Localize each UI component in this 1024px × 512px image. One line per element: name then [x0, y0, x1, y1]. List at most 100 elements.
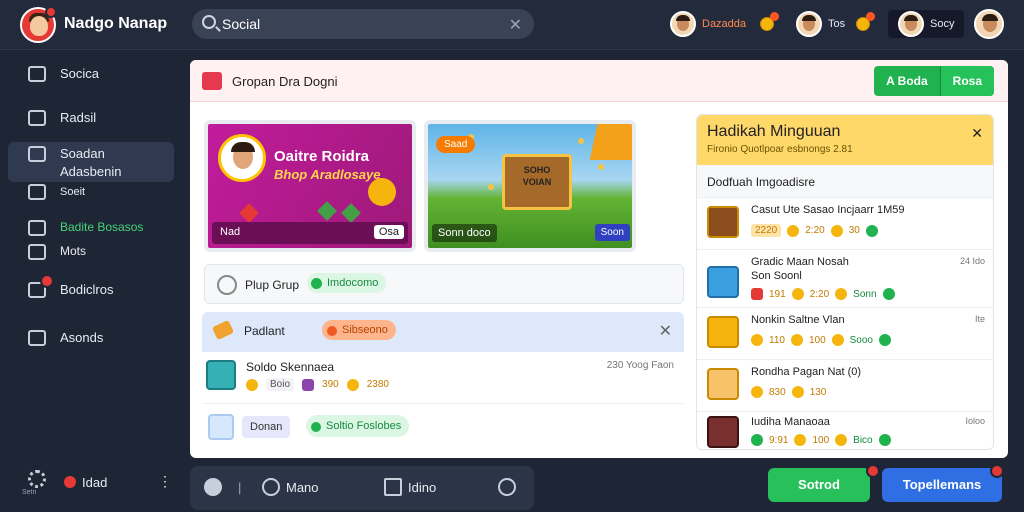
- notification-title: Padlant: [244, 324, 285, 338]
- chevron-down-icon[interactable]: [498, 478, 516, 496]
- clock-icon: [217, 275, 237, 295]
- sidebar-item-asonds[interactable]: Asonds: [8, 328, 174, 348]
- logo-face: [30, 16, 48, 36]
- sidebar-item-soeit[interactable]: Soeit: [8, 184, 174, 202]
- footer-item[interactable]: Idad: [82, 475, 107, 490]
- coin-indicator-2[interactable]: [856, 10, 875, 38]
- primary-action-button[interactable]: Sotrod: [768, 468, 870, 502]
- promo-banner-2[interactable]: Saad SOHO VOIAN Sonn doco Soon: [424, 120, 636, 252]
- status-dot-icon: [64, 476, 76, 488]
- avatar: [898, 11, 924, 37]
- stat-label: Boio: [266, 378, 295, 391]
- promo-banner-1[interactable]: Oaitre Roidra Bhop Aradlosaye Nad Osa: [204, 120, 416, 252]
- feed-pill[interactable]: Soltio Foslobes: [306, 415, 410, 437]
- sidebar-item-badite[interactable]: Badite Bosasos: [8, 218, 174, 238]
- banner-bar: Sonn doco Soon: [430, 222, 632, 246]
- coin-icon: [791, 288, 804, 300]
- reward-row[interactable]: Casut Ute Sasao Incjaarr 1M59 2220 2:20 …: [697, 197, 993, 249]
- separator: |: [238, 480, 242, 495]
- heart-icon: [28, 244, 46, 260]
- link-icon: [28, 220, 46, 236]
- stat-value: 130: [809, 386, 827, 398]
- coin-indicator-1[interactable]: [760, 10, 779, 38]
- check-icon: [882, 288, 895, 300]
- bottom-toolbar: | Mano Idino: [190, 466, 534, 510]
- group-row[interactable]: Plup Grup Imdocomo: [204, 264, 684, 304]
- secondary-action-button[interactable]: Topellemans: [882, 468, 1002, 502]
- feed-tag[interactable]: Donan: [242, 416, 291, 438]
- pencil-icon: [211, 319, 235, 341]
- toolbar-item-idino[interactable]: Idino: [408, 480, 436, 495]
- search-bar[interactable]: ✕: [192, 9, 534, 39]
- close-icon[interactable]: ✕: [659, 321, 672, 341]
- feed-item[interactable]: Soldo Skennaea 230 Yoog Faon Boio 390 23…: [202, 352, 684, 404]
- sidebar-item-radsil[interactable]: Radsil: [8, 108, 174, 128]
- stat-value: 2:20: [805, 225, 825, 236]
- sidebar-item-label: Socica: [60, 66, 100, 81]
- search-input[interactable]: [222, 14, 492, 34]
- close-icon[interactable]: ✕: [971, 125, 983, 142]
- rosa-button[interactable]: Rosa: [940, 66, 994, 96]
- panel-header: Gropan Dra Dogni A Boda Rosa: [190, 60, 1008, 102]
- reward-time: Ioloo: [965, 416, 985, 426]
- add-button[interactable]: A Boda: [874, 66, 941, 96]
- reward-row[interactable]: Gradic Maan Nosah 24 Ido Son Soonl 191 2…: [697, 249, 993, 307]
- sidebar-item-label: Mots: [60, 244, 87, 258]
- sidebar-item-bodiclros[interactable]: Bodiclros: [8, 274, 174, 300]
- settings-gear-icon[interactable]: [28, 470, 46, 488]
- profile-avatar[interactable]: [974, 9, 1004, 39]
- banner-tag: Saad: [436, 136, 476, 153]
- gold-sparkle: [598, 164, 604, 170]
- reward-row[interactable]: Rondha Pagan Nat (0) 830 130: [697, 359, 993, 411]
- more-options-icon[interactable]: ⋮: [158, 473, 172, 490]
- stat-value: 191: [769, 288, 786, 300]
- sidebar-item-mots[interactable]: Mots: [8, 242, 174, 262]
- top-user-2[interactable]: Tos: [796, 10, 845, 38]
- help-icon[interactable]: [204, 478, 222, 496]
- coin-icon: [751, 386, 763, 398]
- avatar: [208, 414, 234, 440]
- badge-dot: [770, 12, 779, 21]
- stat-value: 9:91: [769, 434, 789, 446]
- banner-bar-button[interactable]: Soon: [594, 224, 630, 241]
- check-icon: [751, 434, 763, 446]
- sidebar-item-label: Soeit: [60, 186, 86, 198]
- thumbs-up-icon: [28, 110, 46, 126]
- banner-bar-button[interactable]: Osa: [373, 225, 404, 239]
- clear-search-icon[interactable]: ✕: [509, 15, 522, 35]
- reward-name: Iudiha Manaoaa: [751, 416, 830, 428]
- top-user-3[interactable]: Socy: [888, 10, 965, 38]
- reward-stats: 191 2:20 Sonn: [751, 288, 895, 300]
- coin-icon: [830, 224, 843, 237]
- filter-icon[interactable]: [384, 478, 402, 496]
- check-icon: [879, 334, 891, 346]
- sidebar-item-soadan[interactable]: Soadan Adasbenin: [8, 142, 174, 182]
- reward-row[interactable]: Iudiha Manaoaa Ioloo 9:91 100 Bico: [697, 411, 993, 449]
- notification-dot: [45, 6, 57, 18]
- reward-name: Rondha Pagan Nat (0): [751, 366, 862, 378]
- toolbar-item-mano[interactable]: Mano: [286, 480, 319, 495]
- chat-icon: [28, 146, 46, 162]
- stat-value: 2220: [751, 224, 782, 237]
- reward-name: Nonkin Saltne Vlan: [751, 314, 845, 326]
- status-pill[interactable]: Imdocomo: [307, 273, 387, 293]
- reward-row[interactable]: Nonkin Saltne Vlan Ite 110 100 Sooo: [697, 307, 993, 359]
- avatar: [707, 206, 739, 238]
- reward-stats: 830 130: [751, 386, 826, 398]
- sidebar-item-label: Asonds: [60, 330, 104, 345]
- sidebar-item-socica[interactable]: Socica: [8, 64, 174, 84]
- app-logo[interactable]: [20, 6, 57, 43]
- notification-badge: [990, 464, 1004, 478]
- chat-bubble-icon[interactable]: [262, 478, 280, 496]
- notification-pill[interactable]: Sibseono: [322, 320, 396, 340]
- feed-item[interactable]: Donan Soltio Foslobes: [202, 408, 684, 448]
- key-icon: [28, 330, 46, 346]
- sidebar-item-sublabel: Adasbenin: [60, 164, 122, 179]
- clover-icon: [341, 203, 361, 223]
- coin-icon: [760, 12, 779, 31]
- rewards-subtitle: Fironio Quotlpoar esbnongs 2.81: [707, 144, 853, 155]
- top-user-1[interactable]: Dazadda: [670, 10, 746, 38]
- coin-icon: [856, 12, 875, 31]
- reward-subname: Son Soonl: [751, 270, 802, 282]
- stat-value: 110: [769, 334, 785, 346]
